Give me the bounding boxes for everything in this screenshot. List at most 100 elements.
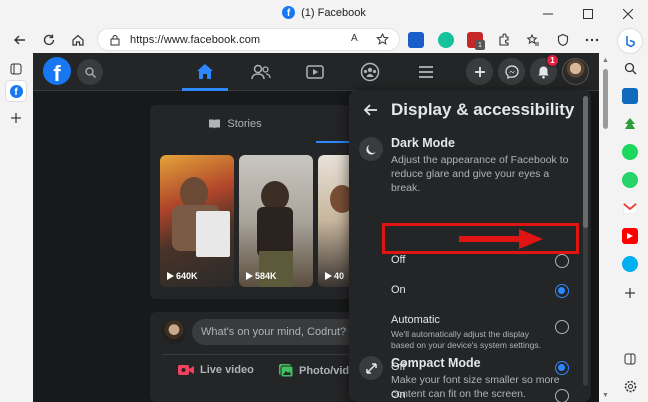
nav-friends-icon[interactable] <box>238 53 284 90</box>
dark-mode-automatic-radio[interactable] <box>555 320 569 334</box>
live-video-icon <box>178 364 194 376</box>
favorite-star-icon[interactable] <box>376 33 389 46</box>
back-button[interactable] <box>10 30 30 50</box>
post-composer-card: What's on your mind, Codrut? Live video … <box>150 312 362 402</box>
extension-lens-icon[interactable] <box>408 32 424 48</box>
moon-icon <box>359 137 383 161</box>
edge-sidebar <box>612 27 648 402</box>
story-card[interactable]: 640K <box>160 155 234 287</box>
story-views: 640K <box>166 271 198 281</box>
new-tab-button[interactable] <box>6 108 26 128</box>
photo-icon <box>278 364 293 377</box>
nav-watch-icon[interactable] <box>292 53 338 90</box>
close-button[interactable] <box>608 0 648 27</box>
skype-icon[interactable] <box>622 256 638 272</box>
stories-card: Stories 640K 584K 40 <box>150 105 362 299</box>
panel-title: Display & accessibility <box>391 100 575 119</box>
add-sidebar-app-button[interactable] <box>622 285 638 301</box>
tab-actions-icon[interactable] <box>6 59 26 79</box>
story-tweet-image <box>196 211 230 257</box>
page-scrollbar[interactable]: ▲ ▼ <box>599 53 612 402</box>
account-avatar[interactable] <box>562 58 589 85</box>
scroll-thumb[interactable] <box>603 69 608 129</box>
whatsapp-icon[interactable] <box>622 172 638 188</box>
nav-groups-icon[interactable] <box>347 53 393 90</box>
spotify-icon[interactable] <box>622 144 638 160</box>
scroll-down-icon[interactable]: ▼ <box>601 391 610 399</box>
dark-mode-off-radio[interactable] <box>555 254 569 268</box>
panel-scrollbar[interactable] <box>583 96 588 386</box>
book-icon <box>208 118 221 130</box>
story-card[interactable]: 584K <box>239 155 313 287</box>
browser-essentials-icon[interactable] <box>553 30 573 50</box>
window-title-text: (1) Facebook <box>301 6 366 19</box>
maximize-button[interactable] <box>568 0 608 27</box>
browser-toolbar: https://www.facebook.com A 1 <box>0 27 648 53</box>
composer-input[interactable]: What's on your mind, Codrut? <box>192 319 362 345</box>
facebook-header: f 1 <box>33 53 599 91</box>
minimize-button[interactable] <box>528 0 568 27</box>
composer-divider <box>162 354 362 355</box>
facebook-tab-icon: f <box>9 84 23 98</box>
search-icon[interactable] <box>622 60 638 76</box>
grammarly-extension-icon[interactable] <box>438 32 454 48</box>
facebook-favicon-icon: f <box>282 6 296 19</box>
shield-extension-icon[interactable]: 1 <box>467 32 485 50</box>
dark-mode-title: Dark Mode <box>391 136 455 150</box>
address-bar[interactable]: https://www.facebook.com A <box>97 28 400 51</box>
option-label: Off <box>391 361 406 373</box>
sidebar-settings-gear-icon[interactable] <box>622 378 638 394</box>
option-label: Off <box>391 254 406 266</box>
scroll-up-icon[interactable]: ▲ <box>601 56 610 64</box>
facebook-search-button[interactable] <box>77 59 103 85</box>
story-body-image <box>257 207 293 257</box>
read-aloud-icon[interactable]: A <box>351 33 358 44</box>
home-button[interactable] <box>68 30 88 50</box>
extension-badge: 1 <box>475 40 485 50</box>
youtube-icon[interactable] <box>622 228 638 244</box>
dark-mode-on-radio[interactable] <box>555 284 569 298</box>
favorites-icon[interactable] <box>523 30 543 50</box>
create-button[interactable] <box>466 58 493 85</box>
story-legs-image <box>259 251 293 287</box>
facebook-logo-icon[interactable]: f <box>43 57 71 85</box>
option-label: On <box>391 389 406 401</box>
option-sublabel: We'll automatically adjust the display b… <box>391 329 541 350</box>
refresh-button[interactable] <box>39 30 59 50</box>
stories-label: Stories <box>227 118 262 130</box>
title-bar: f (1) Facebook <box>0 0 648 27</box>
dark-mode-automatic-option[interactable]: Automatic We'll automatically adjust the… <box>385 308 579 350</box>
story-views: 40 <box>324 271 344 281</box>
hide-sidebar-icon[interactable] <box>622 351 638 367</box>
compact-mode-icon <box>359 356 383 380</box>
compact-mode-off-radio[interactable] <box>555 361 569 375</box>
composer-avatar[interactable] <box>162 320 186 344</box>
nav-home-icon[interactable] <box>182 53 228 91</box>
compact-mode-off-option[interactable]: Off <box>385 355 579 381</box>
option-label: On <box>391 284 406 296</box>
messenger-button[interactable] <box>498 58 525 85</box>
live-video-button[interactable]: Live video <box>178 364 254 376</box>
dark-mode-on-option[interactable]: On <box>385 278 579 304</box>
nav-menu-icon[interactable] <box>403 53 449 90</box>
stories-tab[interactable]: Stories <box>150 105 320 143</box>
outlook-icon[interactable] <box>622 88 638 104</box>
story-views: 584K <box>245 271 277 281</box>
back-arrow-icon[interactable] <box>363 102 379 118</box>
panel-header: Display & accessibility <box>349 90 591 130</box>
option-label: Automatic <box>391 314 440 326</box>
dark-mode-description: Adjust the appearance of Facebook to red… <box>391 154 569 194</box>
more-options-icon[interactable] <box>582 30 602 50</box>
notification-badge: 1 <box>546 54 559 67</box>
tab-facebook[interactable]: f <box>6 81 26 101</box>
games-icon[interactable] <box>622 116 638 132</box>
compact-mode-on-radio[interactable] <box>555 389 569 402</box>
red-arrow-annotation <box>459 228 543 250</box>
compact-mode-on-option[interactable]: On <box>385 383 579 402</box>
lock-icon <box>110 34 120 46</box>
gmail-icon[interactable] <box>622 200 638 216</box>
url-text: https://www.facebook.com <box>130 34 261 46</box>
vertical-tabs-pane: f <box>0 53 33 402</box>
extensions-puzzle-icon[interactable] <box>494 30 514 50</box>
copilot-icon[interactable] <box>618 29 642 53</box>
